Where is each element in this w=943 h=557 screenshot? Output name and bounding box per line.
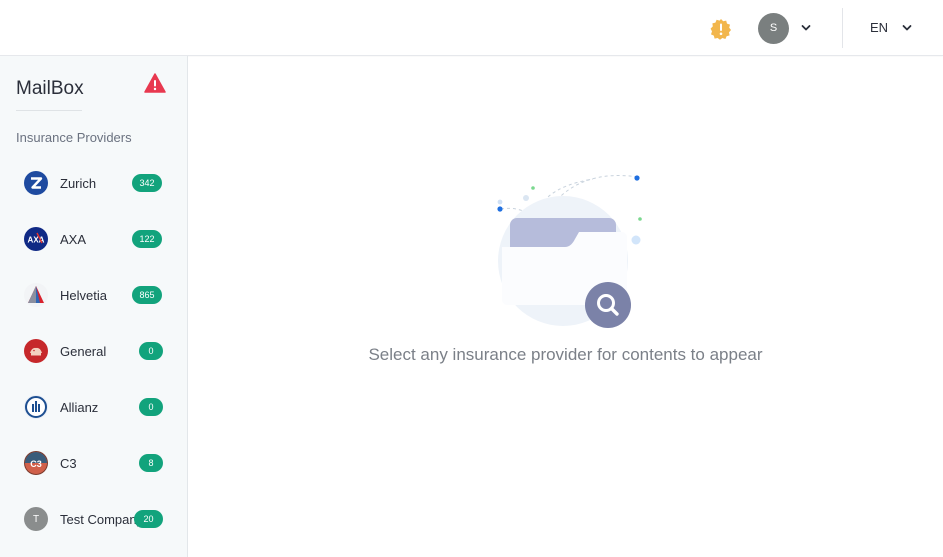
provider-count-badge: 122 <box>132 230 162 248</box>
alert-badge-icon[interactable] <box>710 18 732 40</box>
sidebar-item-axa[interactable]: AXA AXA 122 <box>16 219 172 259</box>
top-bar: S EN <box>0 0 943 56</box>
provider-name: Allianz <box>60 399 99 415</box>
allianz-logo-icon <box>24 395 48 419</box>
provider-count-badge: 20 <box>134 510 163 528</box>
title-underline <box>16 110 82 111</box>
warning-triangle-icon[interactable] <box>144 73 166 93</box>
language-selector[interactable]: EN <box>870 20 912 35</box>
sidebar: MailBox Insurance Providers Zurich 342 A… <box>0 56 188 557</box>
initial-avatar: T <box>24 507 48 531</box>
axa-logo-icon: AXA <box>24 227 48 251</box>
provider-count-badge: 342 <box>132 174 162 192</box>
user-menu-button[interactable]: S <box>758 12 811 44</box>
sidebar-item-general[interactable]: General 0 <box>16 331 172 371</box>
sidebar-item-helvetia[interactable]: Helvetia 865 <box>16 275 172 315</box>
zurich-logo-icon <box>24 171 48 195</box>
sidebar-item-test-company[interactable]: T Test Company 20 <box>16 499 172 539</box>
language-label: EN <box>870 20 889 35</box>
empty-folder-search-icon <box>497 175 642 328</box>
helvetia-logo-icon <box>24 283 48 307</box>
provider-count-badge: 8 <box>139 454 163 472</box>
provider-name: C3 <box>60 455 77 471</box>
provider-count-badge: 865 <box>132 286 162 304</box>
provider-count-badge: 0 <box>139 398 163 416</box>
provider-count-badge: 0 <box>139 342 163 360</box>
section-label: Insurance Providers <box>16 130 132 145</box>
provider-name: Zurich <box>60 175 97 191</box>
sidebar-item-allianz[interactable]: Allianz 0 <box>16 387 172 427</box>
provider-name: Test Company <box>60 511 144 527</box>
empty-state-message: Select any insurance provider for conten… <box>368 345 763 364</box>
sidebar-item-c3[interactable]: C3 C3 8 <box>16 443 172 483</box>
provider-name: AXA <box>60 231 87 247</box>
provider-name: Helvetia <box>60 287 107 303</box>
svg-text:AXA: AXA <box>28 236 45 245</box>
c3-logo-icon: C3 <box>24 451 48 475</box>
chevron-down-icon <box>801 25 811 31</box>
main-content: Select any insurance provider for conten… <box>188 57 943 557</box>
generali-logo-icon <box>24 339 48 363</box>
chevron-down-icon <box>902 24 912 30</box>
topbar-divider <box>842 8 843 48</box>
user-avatar: S <box>758 12 789 44</box>
sidebar-item-zurich[interactable]: Zurich 342 <box>16 163 172 203</box>
provider-name: General <box>60 343 107 359</box>
sidebar-title: MailBox <box>16 78 84 99</box>
svg-text:C3: C3 <box>30 459 42 469</box>
